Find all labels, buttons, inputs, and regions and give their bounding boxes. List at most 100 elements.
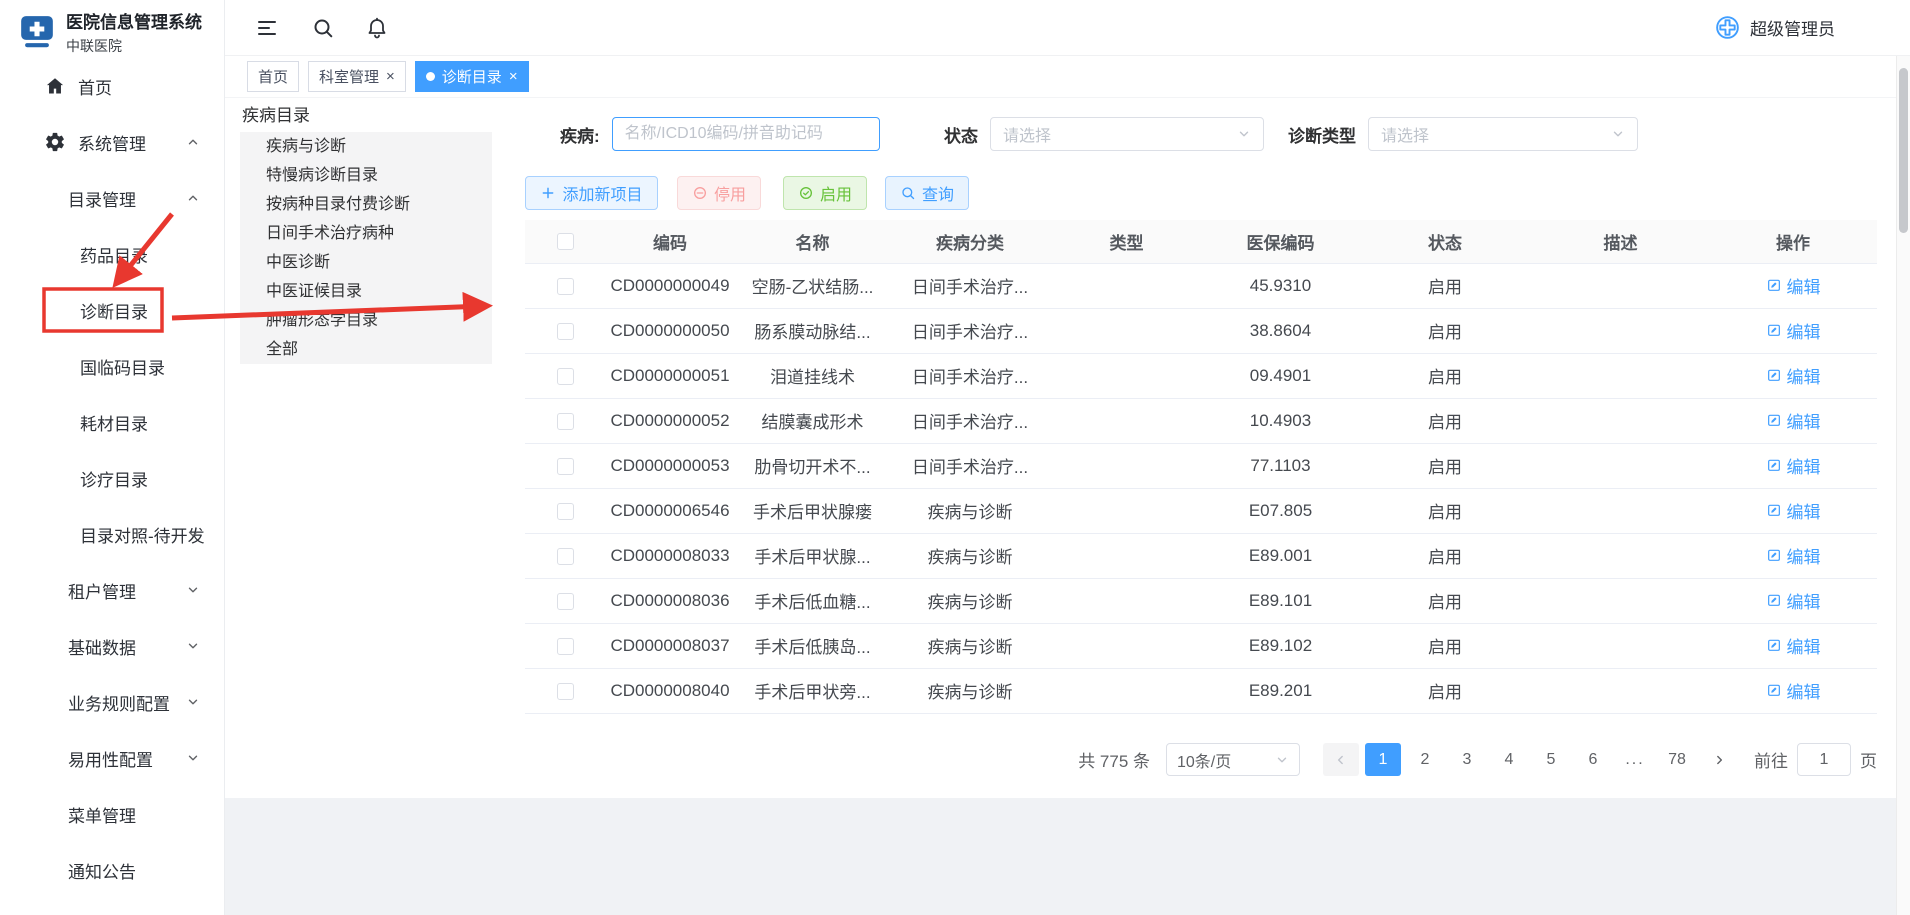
edit-button[interactable]: 编辑 bbox=[1766, 543, 1821, 568]
table-row: CD0000000051泪道挂线术日间手术治疗...09.4901启用编辑 bbox=[525, 353, 1877, 398]
diagnosis-type-select[interactable]: 请选择 bbox=[1368, 117, 1638, 151]
status-select[interactable]: 请选择 bbox=[990, 117, 1264, 151]
table-body: CD0000000049空肠-乙状结肠...日间手术治疗...45.9310启用… bbox=[525, 263, 1877, 713]
sidebar-item-tenant-management[interactable]: 租户管理 bbox=[0, 562, 224, 618]
cell-desc bbox=[1532, 488, 1709, 533]
goto-page-input[interactable] bbox=[1797, 743, 1851, 776]
sidebar-item-usability-config[interactable]: 易用性配置 bbox=[0, 730, 224, 786]
row-checkbox[interactable] bbox=[557, 548, 574, 565]
sidebar-item-label: 业务规则配置 bbox=[68, 690, 170, 715]
add-item-button[interactable]: 添加新项目 bbox=[525, 176, 658, 210]
edit-button[interactable]: 编辑 bbox=[1766, 318, 1821, 343]
diagnosis-type-select-placeholder: 请选择 bbox=[1381, 122, 1429, 146]
edit-label: 编辑 bbox=[1787, 543, 1821, 568]
sidebar-item-treatment-catalog[interactable]: 诊疗目录 bbox=[0, 450, 224, 506]
catalog-list-item[interactable]: 日间手术治疗病种 bbox=[240, 219, 492, 248]
table-row: CD0000000050肠系膜动脉结...日间手术治疗...38.8604启用编… bbox=[525, 308, 1877, 353]
edit-button[interactable]: 编辑 bbox=[1766, 633, 1821, 658]
edit-label: 编辑 bbox=[1787, 408, 1821, 433]
cell-name: 肋骨切开术不... bbox=[735, 443, 890, 488]
select-all-checkbox[interactable] bbox=[557, 233, 574, 250]
page-button-2[interactable]: 2 bbox=[1407, 743, 1443, 776]
sidebar-item-basic-data[interactable]: 基础数据 bbox=[0, 618, 224, 674]
cell-category: 疾病与诊断 bbox=[890, 488, 1050, 533]
page-button-78[interactable]: 78 bbox=[1659, 743, 1695, 776]
tab-首页[interactable]: 首页 bbox=[247, 61, 299, 92]
cell-type bbox=[1050, 623, 1203, 668]
sidebar-item-catalog-management[interactable]: 目录管理 bbox=[0, 170, 224, 226]
edit-button[interactable]: 编辑 bbox=[1766, 363, 1821, 388]
catalog-list-item[interactable]: 按病种目录付费诊断 bbox=[240, 190, 492, 219]
user-menu[interactable]: 超级管理员 bbox=[1714, 14, 1910, 41]
sidebar-item-catalog-compare[interactable]: 目录对照-待开发 bbox=[0, 506, 224, 562]
sidebar-item-system-management[interactable]: 系统管理 bbox=[0, 114, 224, 170]
page-button-6[interactable]: 6 bbox=[1575, 743, 1611, 776]
row-checkbox[interactable] bbox=[557, 638, 574, 655]
cell-insurance_code: E89.102 bbox=[1203, 623, 1358, 668]
vertical-scrollbar[interactable] bbox=[1896, 56, 1910, 915]
cell-name: 结膜囊成形术 bbox=[735, 398, 890, 443]
page-button-5[interactable]: 5 bbox=[1533, 743, 1569, 776]
user-name: 超级管理员 bbox=[1750, 15, 1835, 40]
page-size-select[interactable]: 10条/页 bbox=[1166, 743, 1300, 776]
sidebar-item-label: 耗材目录 bbox=[80, 410, 148, 435]
row-checkbox[interactable] bbox=[557, 683, 574, 700]
minus-circle-icon bbox=[692, 185, 708, 201]
cell-name: 泪道挂线术 bbox=[735, 353, 890, 398]
edit-button[interactable]: 编辑 bbox=[1766, 408, 1821, 433]
check-circle-icon bbox=[798, 185, 814, 201]
row-checkbox[interactable] bbox=[557, 413, 574, 430]
cell-insurance_code: E07.805 bbox=[1203, 488, 1358, 533]
sidebar-item-home[interactable]: 首页 bbox=[0, 58, 224, 114]
close-tab-icon[interactable]: × bbox=[509, 69, 518, 84]
row-checkbox[interactable] bbox=[557, 323, 574, 340]
catalog-list-item[interactable]: 肿瘤形态学目录 bbox=[240, 306, 492, 335]
chevron-down-icon bbox=[1237, 127, 1251, 141]
menu-fold-icon[interactable] bbox=[255, 16, 279, 40]
row-checkbox[interactable] bbox=[557, 503, 574, 520]
row-checkbox[interactable] bbox=[557, 278, 574, 295]
tab-科室管理[interactable]: 科室管理× bbox=[308, 61, 406, 92]
column-header: 医保编码 bbox=[1203, 220, 1358, 263]
edit-icon bbox=[1766, 547, 1782, 563]
row-checkbox[interactable] bbox=[557, 368, 574, 385]
cell-category: 日间手术治疗... bbox=[890, 353, 1050, 398]
edit-button[interactable]: 编辑 bbox=[1766, 678, 1821, 703]
catalog-list-item[interactable]: 全部 bbox=[240, 335, 492, 364]
edit-label: 编辑 bbox=[1787, 678, 1821, 703]
sidebar-item-national-code-catalog[interactable]: 国临码目录 bbox=[0, 338, 224, 394]
cell-insurance_code: 77.1103 bbox=[1203, 443, 1358, 488]
hospital-logo-icon bbox=[18, 13, 56, 51]
close-tab-icon[interactable]: × bbox=[386, 69, 395, 84]
search-icon[interactable] bbox=[311, 16, 335, 40]
edit-button[interactable]: 编辑 bbox=[1766, 588, 1821, 613]
scrollbar-thumb[interactable] bbox=[1899, 68, 1908, 233]
query-button[interactable]: 查询 bbox=[885, 176, 969, 210]
page-button-3[interactable]: 3 bbox=[1449, 743, 1485, 776]
edit-button[interactable]: 编辑 bbox=[1766, 498, 1821, 523]
page-button-1[interactable]: 1 bbox=[1365, 743, 1401, 776]
prev-page-button[interactable] bbox=[1323, 743, 1359, 776]
bell-icon[interactable] bbox=[365, 16, 389, 40]
catalog-list-item[interactable]: 特慢病诊断目录 bbox=[240, 161, 492, 190]
sidebar-item-diagnosis-catalog[interactable]: 诊断目录 bbox=[0, 282, 224, 338]
row-checkbox[interactable] bbox=[557, 458, 574, 475]
page-button-4[interactable]: 4 bbox=[1491, 743, 1527, 776]
cell-code: CD0000000051 bbox=[605, 353, 735, 398]
disable-button[interactable]: 停用 bbox=[677, 176, 761, 210]
enable-button[interactable]: 启用 bbox=[783, 176, 867, 210]
catalog-list-item[interactable]: 中医诊断 bbox=[240, 248, 492, 277]
next-page-button[interactable] bbox=[1701, 743, 1737, 776]
sidebar-item-consumable-catalog[interactable]: 耗材目录 bbox=[0, 394, 224, 450]
tab-诊断目录[interactable]: 诊断目录× bbox=[415, 61, 529, 92]
sidebar-item-menu-management[interactable]: 菜单管理 bbox=[0, 786, 224, 842]
page-ellipsis[interactable]: ... bbox=[1617, 743, 1653, 776]
row-checkbox[interactable] bbox=[557, 593, 574, 610]
edit-button[interactable]: 编辑 bbox=[1766, 273, 1821, 298]
sidebar-item-drug-catalog[interactable]: 药品目录 bbox=[0, 226, 224, 282]
disease-search-input[interactable] bbox=[612, 117, 880, 151]
sidebar-item-business-rules[interactable]: 业务规则配置 bbox=[0, 674, 224, 730]
sidebar-item-notice[interactable]: 通知公告 bbox=[0, 842, 224, 898]
catalog-list-item[interactable]: 中医证候目录 bbox=[240, 277, 492, 306]
edit-button[interactable]: 编辑 bbox=[1766, 453, 1821, 478]
